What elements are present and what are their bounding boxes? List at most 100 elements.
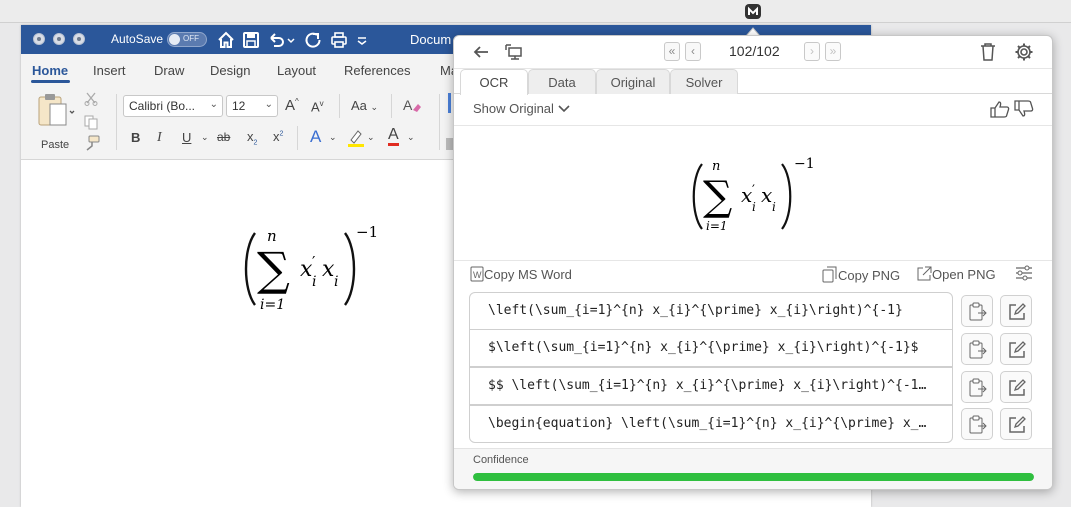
svg-text:W: W [473, 270, 482, 280]
bold-button[interactable]: B [131, 130, 140, 145]
strikethrough-button[interactable]: ab [217, 130, 230, 144]
show-original-toggle[interactable]: Show Original [473, 101, 570, 116]
tab-design[interactable]: Design [210, 63, 250, 78]
edit-latex-button[interactable] [1000, 408, 1032, 440]
prime-mark: ′ [312, 253, 316, 271]
undo-dropdown-icon[interactable] [286, 30, 296, 50]
format-painter-icon[interactable] [83, 135, 101, 151]
edit-icon [1009, 379, 1026, 396]
tab-original[interactable]: Original [596, 69, 670, 94]
highlight-dropdown-icon[interactable]: ⌄ [367, 132, 375, 143]
highlight-icon[interactable] [347, 128, 365, 148]
home-icon[interactable] [216, 30, 236, 50]
font-color-button[interactable]: A [388, 127, 399, 146]
paste-label: Paste [41, 139, 70, 151]
prev-page-button[interactable]: ‹ [685, 42, 701, 61]
shrink-font-button[interactable]: Av [311, 99, 324, 114]
latex-row-inline[interactable]: \left(\sum_{i=1}^{n} x_{i}^{\prime} x_{i… [469, 292, 953, 330]
latex-row-equation[interactable]: \begin{equation} \left(\sum_{i=1}^{n} x_… [469, 405, 953, 443]
text-effects-dropdown-icon[interactable]: ⌄ [329, 132, 337, 143]
gear-icon[interactable] [1014, 42, 1034, 62]
redo-icon[interactable] [303, 30, 323, 50]
document-equation[interactable]: n ∑ i=1 x ′ i x i −1 [241, 223, 381, 324]
tab-home[interactable]: Home [32, 63, 68, 78]
thumbs-down-icon[interactable] [1014, 100, 1034, 118]
ribbon-separator [439, 94, 440, 150]
back-arrow-icon[interactable] [472, 44, 490, 60]
confidence-bar-fill [473, 473, 1034, 481]
superscript-button[interactable]: x2 [273, 129, 283, 144]
minimize-window-button[interactable] [53, 33, 65, 45]
copy-icon[interactable] [83, 114, 99, 130]
screen-capture-icon[interactable] [504, 42, 524, 62]
edit-latex-button[interactable] [1000, 295, 1032, 327]
ribbon-separator [116, 94, 117, 150]
edit-icon [1009, 341, 1026, 358]
svg-text:A: A [403, 97, 413, 113]
tab-layout[interactable]: Layout [277, 63, 316, 78]
copy-latex-button[interactable] [961, 408, 993, 440]
subscript-mark: 2 [253, 139, 258, 147]
copy-ms-word-label: Copy MS Word [484, 267, 572, 282]
copy-latex-button[interactable] [961, 295, 993, 327]
clear-formatting-icon[interactable]: A [402, 96, 422, 114]
open-png-button[interactable]: Open PNG [916, 266, 996, 282]
undo-icon[interactable] [266, 30, 286, 50]
underline-button[interactable]: U [182, 130, 191, 145]
latex-row-dollar[interactable]: $\left(\sum_{i=1}^{n} x_{i}^{\prime} x_{… [469, 329, 953, 367]
edit-latex-button[interactable] [1000, 371, 1032, 403]
variable-x: x [761, 183, 772, 207]
subscript-button[interactable]: x2 [247, 129, 257, 147]
ribbon-separator [297, 126, 298, 150]
subscript-i: i [312, 274, 316, 290]
chevron-down-icon: ⌄ [264, 99, 273, 110]
copy-ms-word-button[interactable]: W Copy MS Word [470, 266, 572, 282]
tab-solver[interactable]: Solver [670, 69, 738, 94]
thumbs-up-icon[interactable] [990, 100, 1010, 118]
ribbon-separator [339, 94, 340, 118]
next-page-button[interactable]: › [804, 42, 820, 61]
tab-references[interactable]: References [344, 63, 410, 78]
last-page-button[interactable]: » [825, 42, 841, 61]
right-paren [781, 163, 792, 230]
italic-button[interactable]: I [157, 130, 162, 146]
tab-ocr[interactable]: OCR [460, 69, 528, 95]
tab-data[interactable]: Data [528, 69, 596, 94]
save-icon[interactable] [241, 30, 261, 50]
tab-draw[interactable]: Draw [154, 63, 184, 78]
copy-latex-button[interactable] [961, 333, 993, 365]
font-name-select[interactable]: Calibri (Bo... ⌄ [123, 95, 223, 117]
change-case-label: Aa [351, 98, 367, 113]
mathpix-menubar-icon[interactable] [744, 3, 762, 20]
first-page-button[interactable]: « [664, 42, 680, 61]
exponent: −1 [356, 223, 378, 241]
cut-icon[interactable] [83, 92, 99, 106]
sliders-icon[interactable] [1014, 264, 1034, 282]
copy-latex-button[interactable] [961, 371, 993, 403]
underline-dropdown-icon[interactable]: ⌄ [201, 132, 209, 143]
exponent: −1 [794, 156, 815, 172]
divider [454, 260, 1052, 261]
tab-insert[interactable]: Insert [93, 63, 126, 78]
close-window-button[interactable] [33, 33, 45, 45]
autosave-label: AutoSave [111, 32, 164, 46]
external-link-icon [917, 266, 932, 281]
edit-latex-button[interactable] [1000, 333, 1032, 365]
change-case-button[interactable]: Aa ⌄ [351, 98, 378, 113]
autosave-toggle[interactable]: OFF [167, 32, 207, 47]
document-title: Docum [410, 32, 452, 47]
font-name-value: Calibri (Bo... [129, 99, 196, 113]
print-icon[interactable] [329, 30, 349, 50]
paste-icon[interactable] [37, 93, 77, 129]
variable-x: x [741, 183, 752, 207]
clipboard-icon [969, 415, 987, 434]
trash-icon[interactable] [979, 42, 997, 62]
latex-row-double-dollar[interactable]: $$ \left(\sum_{i=1}^{n} x_{i}^{\prime} x… [469, 367, 953, 405]
customize-toolbar-icon[interactable] [355, 30, 369, 50]
zoom-window-button[interactable] [73, 33, 85, 45]
text-effects-button[interactable]: A [310, 127, 321, 147]
copy-png-button[interactable]: Copy PNG [822, 266, 900, 283]
font-size-select[interactable]: 12 ⌄ [226, 95, 278, 117]
grow-font-button[interactable]: A^ [285, 97, 299, 114]
font-color-dropdown-icon[interactable]: ⌄ [407, 132, 415, 143]
